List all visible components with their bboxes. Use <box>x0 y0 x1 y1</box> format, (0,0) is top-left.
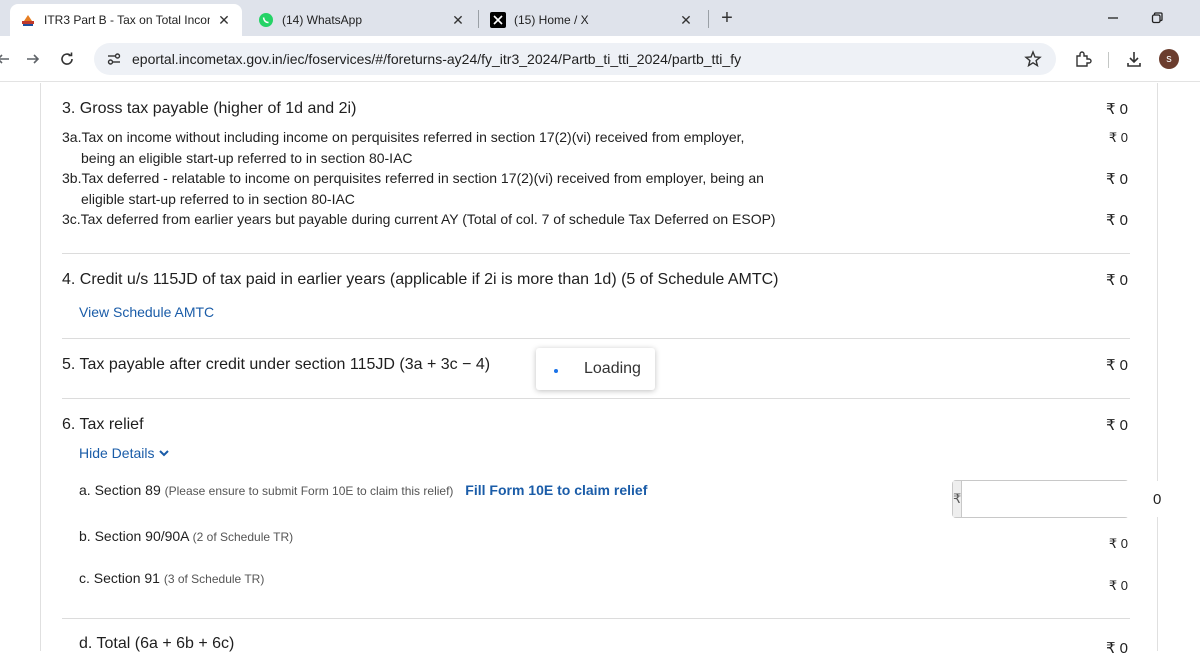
browser-toolbar: eportal.incometax.gov.in/iec/foservices/… <box>0 36 1200 82</box>
emblem-icon <box>20 12 36 28</box>
site-info-icon[interactable] <box>106 51 122 67</box>
toolbar-divider <box>1108 52 1109 68</box>
download-icon[interactable] <box>1123 48 1145 70</box>
tab-strip: ITR3 Part B - Tax on Total Incom ✕ (14) … <box>0 0 1200 36</box>
section-5-title: 5. Tax payable after credit under sectio… <box>62 356 491 373</box>
new-tab-button[interactable]: + <box>716 8 738 30</box>
section-3c-amount: ₹ 0 <box>1105 212 1128 229</box>
section-3b-amount: ₹ 0 <box>1105 171 1128 188</box>
section-89-input-group: ₹ <box>952 480 1174 518</box>
close-icon[interactable]: ✕ <box>678 12 694 28</box>
loading-text: Loading <box>584 360 641 377</box>
close-icon[interactable]: ✕ <box>450 12 466 28</box>
section-3-amount: ₹ 0 <box>1105 101 1128 118</box>
avatar[interactable]: s <box>1159 49 1179 69</box>
page-content: 3. Gross tax payable (higher of 1d and 2… <box>0 83 1200 657</box>
address-bar[interactable]: eportal.incometax.gov.in/iec/foservices/… <box>94 43 1056 75</box>
section-6d-label: d. Total (6a + 6b + 6c) <box>79 635 235 652</box>
section-4-amount: ₹ 0 <box>1105 272 1128 289</box>
tab-title: (14) WhatsApp <box>282 13 363 27</box>
fill-form-10e-link[interactable]: Fill Form 10E to claim relief <box>465 482 647 498</box>
section-89-amount-input[interactable] <box>962 481 1174 517</box>
section-5-amount: ₹ 0 <box>1105 357 1128 374</box>
section-6-title: 6. Tax relief <box>62 416 144 433</box>
section-91-row: c. Section 91 (3 of Schedule TR) <box>79 570 264 586</box>
forward-icon[interactable] <box>22 48 44 70</box>
back-icon[interactable] <box>0 48 14 70</box>
section-6d-amount: ₹ 0 <box>1105 640 1128 657</box>
section-90-row: b. Section 90/90A (2 of Schedule TR) <box>79 528 293 544</box>
reload-icon[interactable] <box>56 48 78 70</box>
tab-separator <box>708 10 709 28</box>
view-schedule-amtc-link[interactable]: View Schedule AMTC <box>79 304 214 320</box>
section-91-label: c. Section 91 <box>79 570 160 586</box>
tab-separator <box>478 10 479 28</box>
loading-indicator: Loading <box>536 348 655 390</box>
tab-title: (15) Home / X <box>514 13 589 27</box>
section-6d-row: d. Total (6a + 6b + 6c) <box>79 635 234 653</box>
divider <box>62 253 1130 254</box>
section-89-label: a. Section 89 <box>79 482 161 498</box>
spinner-icon <box>554 369 558 373</box>
minimize-icon[interactable] <box>1102 8 1124 28</box>
bookmark-star-icon[interactable] <box>1024 50 1042 68</box>
divider <box>62 398 1130 399</box>
whatsapp-icon <box>258 12 274 28</box>
section-91-amount: ₹ 0 <box>1108 578 1128 593</box>
section-91-note: (3 of Schedule TR) <box>163 572 265 586</box>
section-90-amount: ₹ 0 <box>1108 536 1128 551</box>
section-3a-label-cont: being an eligible start-up referred to i… <box>81 150 413 166</box>
x-icon <box>490 12 506 28</box>
section-3-title: 3. Gross tax payable (higher of 1d and 2… <box>62 100 357 117</box>
section-6-amount: ₹ 0 <box>1105 417 1128 434</box>
divider <box>62 618 1130 619</box>
extensions-icon[interactable] <box>1072 48 1094 70</box>
section-3a-label: 3a.Tax on income without including incom… <box>62 129 745 145</box>
hide-details-label: Hide Details <box>79 445 155 461</box>
section-3b-label: 3b.Tax deferred - relatable to income on… <box>62 170 764 186</box>
section-89-row: a. Section 89 (Please ensure to submit F… <box>79 482 647 498</box>
restore-icon[interactable] <box>1146 8 1168 28</box>
section-90-note: (2 of Schedule TR) <box>192 530 294 544</box>
section-4-title: 4. Credit u/s 115JD of tax paid in earli… <box>62 271 779 288</box>
tab-whatsapp[interactable]: (14) WhatsApp ✕ <box>248 4 476 36</box>
section-3c-label: 3c.Tax deferred from earlier years but p… <box>62 211 776 227</box>
hide-details-toggle[interactable]: Hide Details <box>79 445 170 461</box>
chevron-down-icon <box>158 447 170 459</box>
tab-itr3[interactable]: ITR3 Part B - Tax on Total Incom ✕ <box>10 4 242 36</box>
url-text: eportal.incometax.gov.in/iec/foservices/… <box>132 51 742 67</box>
tab-title: ITR3 Part B - Tax on Total Incom <box>44 13 210 27</box>
divider <box>62 338 1130 339</box>
close-icon[interactable]: ✕ <box>216 12 232 28</box>
section-3b-label-cont: eligible start-up referred to in section… <box>81 191 355 207</box>
section-89-note: (Please ensure to submit Form 10E to cla… <box>164 484 454 498</box>
section-3a-amount: ₹ 0 <box>1108 130 1128 145</box>
rupee-prefix: ₹ <box>953 481 963 517</box>
tab-x[interactable]: (15) Home / X ✕ <box>480 4 704 36</box>
section-90-label: b. Section 90/90A <box>79 528 189 544</box>
